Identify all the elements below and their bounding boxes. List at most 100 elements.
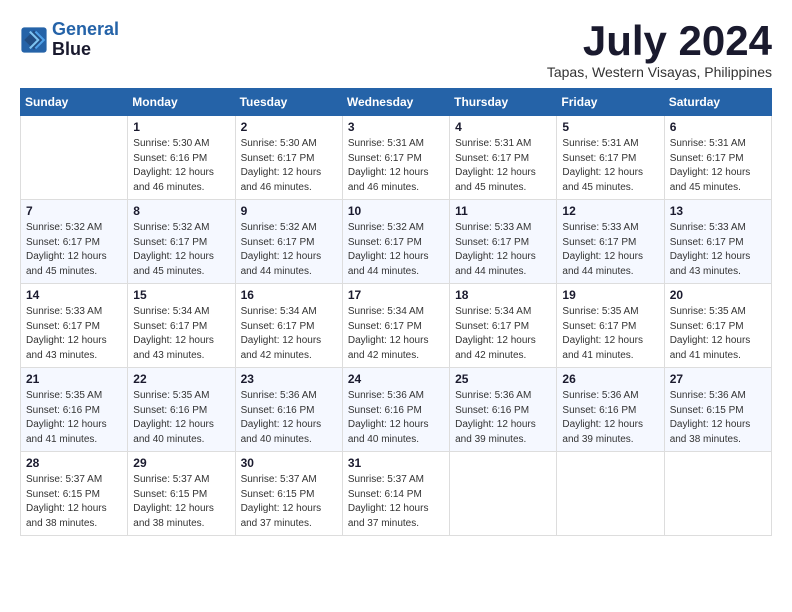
day-number: 4 bbox=[455, 120, 551, 134]
cell-content: Sunrise: 5:37 AM Sunset: 6:14 PM Dayligh… bbox=[348, 473, 444, 531]
day-number: 26 bbox=[562, 372, 658, 386]
day-number: 21 bbox=[26, 372, 122, 386]
logo-line1: General bbox=[52, 19, 119, 39]
cell-content: Sunrise: 5:37 AM Sunset: 6:15 PM Dayligh… bbox=[26, 473, 122, 531]
cell-content: Sunrise: 5:33 AM Sunset: 6:17 PM Dayligh… bbox=[562, 221, 658, 279]
day-number: 18 bbox=[455, 288, 551, 302]
day-number: 15 bbox=[133, 288, 229, 302]
day-number: 24 bbox=[348, 372, 444, 386]
logo: General Blue bbox=[20, 20, 119, 60]
col-header-wednesday: Wednesday bbox=[342, 89, 449, 116]
logo-text: General Blue bbox=[52, 20, 119, 60]
calendar-cell: 12 Sunrise: 5:33 AM Sunset: 6:17 PM Dayli… bbox=[557, 200, 664, 284]
cell-content: Sunrise: 5:31 AM Sunset: 6:17 PM Dayligh… bbox=[348, 137, 444, 195]
calendar-cell: 8 Sunrise: 5:32 AM Sunset: 6:17 PM Daylig… bbox=[128, 200, 235, 284]
day-number: 8 bbox=[133, 204, 229, 218]
cell-content: Sunrise: 5:31 AM Sunset: 6:17 PM Dayligh… bbox=[455, 137, 551, 195]
calendar-cell: 9Sunrise: 5:32 AM Sunset: 6:17 PM Daylig… bbox=[235, 200, 342, 284]
calendar-cell: 7Sunrise: 5:32 AM Sunset: 6:17 PM Daylig… bbox=[21, 200, 128, 284]
title-block: July 2024 Tapas, Western Visayas, Philip… bbox=[547, 20, 772, 80]
day-number: 29 bbox=[133, 456, 229, 470]
cell-content: Sunrise: 5:36 AM Sunset: 6:16 PM Dayligh… bbox=[455, 389, 551, 447]
calendar-table: SundayMondayTuesdayWednesdayThursdayFrid… bbox=[20, 88, 772, 536]
calendar-cell: 5Sunrise: 5:31 AM Sunset: 6:17 PM Daylig… bbox=[557, 116, 664, 200]
cell-content: Sunrise: 5:30 AM Sunset: 6:17 PM Dayligh… bbox=[241, 137, 337, 195]
cell-content: Sunrise: 5:33 AM Sunset: 6:17 PM Dayligh… bbox=[26, 305, 122, 363]
calendar-cell: 3 Sunrise: 5:31 AM Sunset: 6:17 PM Daylig… bbox=[342, 116, 449, 200]
cell-content: Sunrise: 5:32 AM Sunset: 6:17 PM Dayligh… bbox=[133, 221, 229, 279]
calendar-cell: 15 Sunrise: 5:34 AM Sunset: 6:17 PM Dayli… bbox=[128, 284, 235, 368]
day-number: 3 bbox=[348, 120, 444, 134]
day-number: 31 bbox=[348, 456, 444, 470]
day-number: 1 bbox=[133, 120, 229, 134]
cell-content: Sunrise: 5:34 AM Sunset: 6:17 PM Dayligh… bbox=[241, 305, 337, 363]
calendar-cell: 17Sunrise: 5:34 AM Sunset: 6:17 PM Dayli… bbox=[342, 284, 449, 368]
calendar-cell: 22Sunrise: 5:35 AM Sunset: 6:16 PM Dayli… bbox=[128, 368, 235, 452]
calendar-cell: 2 Sunrise: 5:30 AM Sunset: 6:17 PM Daylig… bbox=[235, 116, 342, 200]
day-number: 16 bbox=[241, 288, 337, 302]
cell-content: Sunrise: 5:37 AM Sunset: 6:15 PM Dayligh… bbox=[133, 473, 229, 531]
calendar-cell: 14 Sunrise: 5:33 AM Sunset: 6:17 PM Dayli… bbox=[21, 284, 128, 368]
calendar-week-row: 14 Sunrise: 5:33 AM Sunset: 6:17 PM Dayli… bbox=[21, 284, 772, 368]
calendar-cell: 27Sunrise: 5:36 AM Sunset: 6:15 PM Dayli… bbox=[664, 368, 771, 452]
calendar-week-row: 1 Sunrise: 5:30 AM Sunset: 6:16 PM Daylig… bbox=[21, 116, 772, 200]
day-number: 14 bbox=[26, 288, 122, 302]
cell-content: Sunrise: 5:31 AM Sunset: 6:17 PM Dayligh… bbox=[670, 137, 766, 195]
calendar-cell: 26 Sunrise: 5:36 AM Sunset: 6:16 PM Dayli… bbox=[557, 368, 664, 452]
calendar-cell: 10 Sunrise: 5:32 AM Sunset: 6:17 PM Dayli… bbox=[342, 200, 449, 284]
cell-content: Sunrise: 5:32 AM Sunset: 6:17 PM Dayligh… bbox=[348, 221, 444, 279]
day-number: 5 bbox=[562, 120, 658, 134]
day-number: 12 bbox=[562, 204, 658, 218]
day-number: 19 bbox=[562, 288, 658, 302]
calendar-cell: 24Sunrise: 5:36 AM Sunset: 6:16 PM Dayli… bbox=[342, 368, 449, 452]
day-number: 10 bbox=[348, 204, 444, 218]
calendar-cell: 4 Sunrise: 5:31 AM Sunset: 6:17 PM Daylig… bbox=[450, 116, 557, 200]
day-number: 20 bbox=[670, 288, 766, 302]
cell-content: Sunrise: 5:33 AM Sunset: 6:17 PM Dayligh… bbox=[670, 221, 766, 279]
cell-content: Sunrise: 5:36 AM Sunset: 6:16 PM Dayligh… bbox=[562, 389, 658, 447]
calendar-cell: 28 Sunrise: 5:37 AM Sunset: 6:15 PM Dayli… bbox=[21, 452, 128, 536]
calendar-cell: 13Sunrise: 5:33 AM Sunset: 6:17 PM Dayli… bbox=[664, 200, 771, 284]
day-number: 2 bbox=[241, 120, 337, 134]
logo-icon bbox=[20, 26, 48, 54]
cell-content: Sunrise: 5:33 AM Sunset: 6:17 PM Dayligh… bbox=[455, 221, 551, 279]
day-number: 28 bbox=[26, 456, 122, 470]
cell-content: Sunrise: 5:35 AM Sunset: 6:16 PM Dayligh… bbox=[133, 389, 229, 447]
calendar-cell: 19 Sunrise: 5:35 AM Sunset: 6:17 PM Dayli… bbox=[557, 284, 664, 368]
col-header-tuesday: Tuesday bbox=[235, 89, 342, 116]
calendar-week-row: 21 Sunrise: 5:35 AM Sunset: 6:16 PM Dayli… bbox=[21, 368, 772, 452]
calendar-week-row: 28 Sunrise: 5:37 AM Sunset: 6:15 PM Dayli… bbox=[21, 452, 772, 536]
calendar-week-row: 7Sunrise: 5:32 AM Sunset: 6:17 PM Daylig… bbox=[21, 200, 772, 284]
day-number: 11 bbox=[455, 204, 551, 218]
day-number: 25 bbox=[455, 372, 551, 386]
calendar-cell: 6 Sunrise: 5:31 AM Sunset: 6:17 PM Daylig… bbox=[664, 116, 771, 200]
calendar-cell: 20Sunrise: 5:35 AM Sunset: 6:17 PM Dayli… bbox=[664, 284, 771, 368]
col-header-saturday: Saturday bbox=[664, 89, 771, 116]
calendar-cell: 30Sunrise: 5:37 AM Sunset: 6:15 PM Dayli… bbox=[235, 452, 342, 536]
calendar-cell: 16 Sunrise: 5:34 AM Sunset: 6:17 PM Dayli… bbox=[235, 284, 342, 368]
cell-content: Sunrise: 5:32 AM Sunset: 6:17 PM Dayligh… bbox=[241, 221, 337, 279]
calendar-cell bbox=[21, 116, 128, 200]
cell-content: Sunrise: 5:32 AM Sunset: 6:17 PM Dayligh… bbox=[26, 221, 122, 279]
day-number: 6 bbox=[670, 120, 766, 134]
col-header-monday: Monday bbox=[128, 89, 235, 116]
cell-content: Sunrise: 5:35 AM Sunset: 6:16 PM Dayligh… bbox=[26, 389, 122, 447]
calendar-cell bbox=[557, 452, 664, 536]
cell-content: Sunrise: 5:34 AM Sunset: 6:17 PM Dayligh… bbox=[133, 305, 229, 363]
cell-content: Sunrise: 5:35 AM Sunset: 6:17 PM Dayligh… bbox=[562, 305, 658, 363]
cell-content: Sunrise: 5:34 AM Sunset: 6:17 PM Dayligh… bbox=[455, 305, 551, 363]
cell-content: Sunrise: 5:37 AM Sunset: 6:15 PM Dayligh… bbox=[241, 473, 337, 531]
calendar-cell: 31 Sunrise: 5:37 AM Sunset: 6:14 PM Dayli… bbox=[342, 452, 449, 536]
col-header-sunday: Sunday bbox=[21, 89, 128, 116]
calendar-header-row: SundayMondayTuesdayWednesdayThursdayFrid… bbox=[21, 89, 772, 116]
calendar-cell: 1 Sunrise: 5:30 AM Sunset: 6:16 PM Daylig… bbox=[128, 116, 235, 200]
cell-content: Sunrise: 5:36 AM Sunset: 6:16 PM Dayligh… bbox=[241, 389, 337, 447]
calendar-cell bbox=[664, 452, 771, 536]
location-title: Tapas, Western Visayas, Philippines bbox=[547, 64, 772, 80]
cell-content: Sunrise: 5:34 AM Sunset: 6:17 PM Dayligh… bbox=[348, 305, 444, 363]
cell-content: Sunrise: 5:30 AM Sunset: 6:16 PM Dayligh… bbox=[133, 137, 229, 195]
page-header: General Blue July 2024 Tapas, Western Vi… bbox=[20, 20, 772, 80]
month-title: July 2024 bbox=[547, 20, 772, 62]
calendar-cell: 25 Sunrise: 5:36 AM Sunset: 6:16 PM Dayli… bbox=[450, 368, 557, 452]
calendar-cell: 11 Sunrise: 5:33 AM Sunset: 6:17 PM Dayli… bbox=[450, 200, 557, 284]
